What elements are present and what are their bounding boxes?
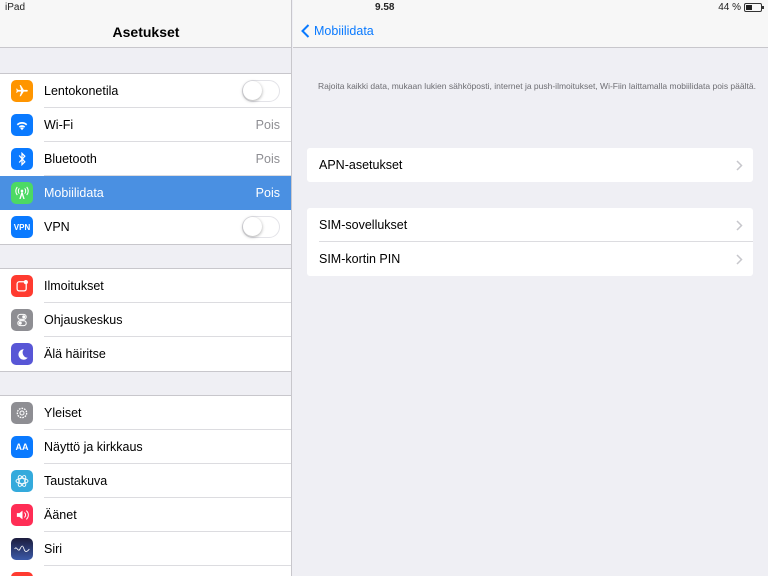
sim-pin-row[interactable]: SIM-kortin PIN — [307, 242, 753, 276]
sidebar-item-cellular[interactable]: Mobiilidata Pois — [0, 176, 291, 210]
wifi-status: Pois — [255, 118, 280, 132]
sidebar-item-do-not-disturb[interactable]: Älä häiritse — [0, 337, 291, 371]
sidebar-item-bluetooth[interactable]: Bluetooth Pois — [0, 142, 291, 176]
sidebar-item-general[interactable]: Yleiset — [0, 396, 291, 430]
sidebar-item-control-center[interactable]: Ohjauskeskus — [0, 303, 291, 337]
wallpaper-icon — [11, 470, 33, 492]
back-button[interactable]: Mobiilidata — [301, 24, 374, 38]
notifications-icon — [11, 275, 33, 297]
display-icon: AA — [11, 436, 33, 458]
apn-section: APN-asetukset — [307, 148, 753, 182]
sidebar-item-notifications[interactable]: Ilmoitukset — [0, 269, 291, 303]
bluetooth-icon — [11, 148, 33, 170]
row-label: APN-asetukset — [319, 158, 403, 172]
sidebar-item-label: Mobiilidata — [44, 186, 104, 200]
apn-settings-row[interactable]: APN-asetukset — [307, 148, 753, 182]
sidebar-item-wifi[interactable]: Wi-Fi Pois — [0, 108, 291, 142]
chevron-right-icon — [736, 159, 743, 171]
sidebar-item-wallpaper[interactable]: Taustakuva — [0, 464, 291, 498]
sidebar-item-vpn[interactable]: VPN VPN — [0, 210, 291, 244]
sidebar-item-label: Siri — [44, 542, 63, 556]
bluetooth-status: Pois — [255, 152, 280, 166]
sidebar-item-siri[interactable]: Siri — [0, 532, 291, 566]
sidebar-item-label: Ilmoitukset — [44, 279, 104, 293]
detail-pane: Mobiilidata Rajoita kaikki data, mukaan … — [293, 0, 768, 576]
sidebar-item-label: Älä häiritse — [44, 347, 106, 361]
cellular-status: Pois — [255, 186, 280, 200]
battery-percent: 44 % — [718, 2, 741, 13]
battery-icon — [744, 3, 764, 12]
sidebar-item-label: Taustakuva — [44, 474, 108, 488]
sidebar-item-label: Yleiset — [44, 406, 82, 420]
partial-icon — [11, 572, 33, 576]
vpn-icon: VPN — [11, 216, 33, 238]
sidebar-item-label: Ohjauskeskus — [44, 313, 123, 327]
chevron-left-icon — [301, 24, 310, 38]
airplane-mode-toggle[interactable] — [242, 80, 280, 102]
airplane-icon — [11, 80, 33, 102]
moon-icon — [11, 343, 33, 365]
device-name: iPad — [5, 2, 26, 13]
sidebar-item-label: Äänet — [44, 508, 77, 522]
control-center-icon — [11, 309, 33, 331]
settings-sidebar: Asetukset Lentokonetila Wi-Fi Pois Bluet… — [0, 0, 292, 576]
settings-group-system: Ilmoitukset Ohjauskeskus Älä häiritse — [0, 268, 291, 372]
status-bar: iPad 9.58 44 % — [0, 0, 768, 16]
gear-icon — [11, 402, 33, 424]
settings-group-connectivity: Lentokonetila Wi-Fi Pois Bluetooth Pois … — [0, 73, 291, 245]
sidebar-item-sounds[interactable]: Äänet — [0, 498, 291, 532]
sim-section: SIM-sovellukset SIM-kortin PIN — [307, 208, 753, 276]
battery-indicator: 44 % — [718, 2, 764, 13]
row-label: SIM-sovellukset — [319, 218, 408, 232]
sidebar-item-airplane-mode[interactable]: Lentokonetila — [0, 74, 291, 108]
sidebar-item-next[interactable] — [0, 566, 291, 576]
clock: 9.58 — [375, 2, 395, 13]
vpn-toggle[interactable] — [242, 216, 280, 238]
sidebar-item-label: Wi-Fi — [44, 118, 74, 132]
cellular-description: Rajoita kaikki data, mukaan lukien sähkö… — [318, 81, 756, 91]
sidebar-title: Asetukset — [112, 24, 180, 40]
row-label: SIM-kortin PIN — [319, 252, 401, 266]
chevron-right-icon — [736, 253, 743, 265]
sidebar-item-label: Bluetooth — [44, 152, 97, 166]
cellular-icon — [11, 182, 33, 204]
sim-applications-row[interactable]: SIM-sovellukset — [307, 208, 753, 242]
sidebar-item-label: Näyttö ja kirkkaus — [44, 440, 143, 454]
settings-group-general: Yleiset AA Näyttö ja kirkkaus Taustakuva… — [0, 395, 291, 576]
sidebar-item-display[interactable]: AA Näyttö ja kirkkaus — [0, 430, 291, 464]
back-button-label: Mobiilidata — [314, 24, 374, 38]
sidebar-item-label: Lentokonetila — [44, 84, 119, 98]
chevron-right-icon — [736, 219, 743, 231]
wifi-icon — [11, 114, 33, 136]
siri-icon — [11, 538, 33, 560]
sidebar-item-label: VPN — [44, 220, 70, 234]
sound-icon — [11, 504, 33, 526]
